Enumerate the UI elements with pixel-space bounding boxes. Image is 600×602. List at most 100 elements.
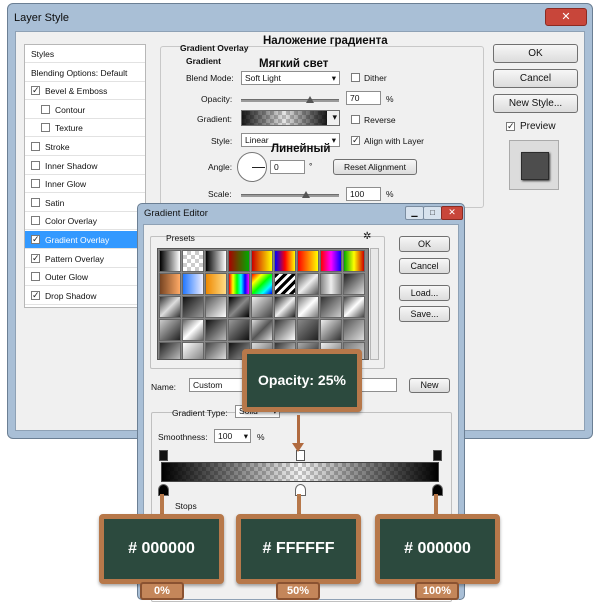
styles-item[interactable]: Satin — [25, 194, 145, 212]
styles-item-checkbox[interactable]: ✓ — [31, 253, 40, 263]
styles-item-checkbox[interactable]: ✓ — [31, 290, 40, 300]
preset-swatch[interactable] — [320, 296, 342, 318]
preset-swatch[interactable] — [228, 319, 250, 341]
preset-swatch[interactable] — [182, 319, 204, 341]
styles-item-checkbox[interactable] — [31, 216, 40, 226]
preset-swatch[interactable] — [297, 273, 319, 295]
preset-swatch[interactable] — [343, 250, 365, 272]
scale-field[interactable]: 100 — [346, 187, 381, 201]
preset-swatch[interactable] — [320, 319, 342, 341]
ge-cancel-button[interactable]: Cancel — [399, 258, 450, 274]
save-button[interactable]: Save... — [399, 306, 450, 322]
gear-icon[interactable]: ✲ — [363, 231, 371, 242]
preset-swatch[interactable] — [228, 296, 250, 318]
preset-swatch[interactable] — [274, 273, 296, 295]
styles-item-checkbox[interactable] — [31, 142, 40, 151]
preset-swatch[interactable] — [182, 296, 204, 318]
new-style-button[interactable]: New Style... — [493, 94, 578, 113]
preset-swatch[interactable] — [205, 273, 227, 295]
preset-swatch[interactable] — [274, 296, 296, 318]
preset-swatch[interactable] — [251, 319, 273, 341]
new-button[interactable]: New — [409, 378, 450, 393]
cancel-button[interactable]: Cancel — [493, 69, 578, 88]
styles-item[interactable]: Inner Shadow — [25, 157, 145, 175]
angle-field[interactable]: 0 — [270, 160, 305, 174]
preset-swatch[interactable] — [297, 296, 319, 318]
gradient-picker[interactable]: ▾ — [241, 110, 340, 126]
blend-mode-select[interactable]: Soft Light ▾ — [241, 71, 340, 85]
preset-swatch[interactable] — [159, 319, 181, 341]
styles-item[interactable]: ✓ Drop Shadow — [25, 287, 145, 305]
preset-swatch[interactable] — [297, 250, 319, 272]
presets-scrollbar[interactable] — [370, 248, 379, 360]
styles-item-checkbox[interactable] — [31, 160, 40, 170]
preset-swatch[interactable] — [228, 250, 250, 272]
preset-swatch[interactable] — [297, 319, 319, 341]
styles-item[interactable]: Blending Options: Default — [25, 64, 145, 82]
preset-swatch[interactable] — [343, 273, 365, 295]
preset-swatch[interactable] — [159, 273, 181, 295]
minimize-button[interactable]: ▁ — [405, 206, 424, 220]
scale-slider[interactable] — [241, 194, 339, 197]
preset-swatch[interactable] — [182, 250, 204, 272]
preset-swatch[interactable] — [251, 296, 273, 318]
preset-swatch[interactable] — [182, 342, 204, 359]
load-button[interactable]: Load... — [399, 285, 450, 301]
styles-item[interactable]: Styles — [25, 45, 145, 63]
styles-item-checkbox[interactable] — [41, 123, 50, 133]
close-button[interactable]: ✕ — [545, 8, 587, 26]
align-checkbox[interactable]: ✓ — [351, 136, 360, 145]
preset-swatch[interactable] — [274, 319, 296, 341]
styles-item-checkbox[interactable] — [31, 179, 40, 189]
preview-checkbox[interactable]: ✓ — [506, 122, 515, 131]
styles-item-checkbox[interactable]: ✓ — [31, 235, 40, 244]
preset-swatch[interactable] — [205, 250, 227, 272]
preset-swatch[interactable] — [320, 250, 342, 272]
preset-swatch[interactable] — [343, 296, 365, 318]
smoothness-field[interactable]: 100 ▾ — [214, 429, 251, 443]
preset-swatch[interactable] — [205, 296, 227, 318]
presets-grid — [157, 248, 369, 360]
styles-item[interactable]: Color Overlay — [25, 212, 145, 231]
preset-swatch[interactable] — [251, 273, 273, 295]
styles-item[interactable]: Contour — [25, 101, 145, 119]
styles-item[interactable]: ✓ Bevel & Emboss — [25, 82, 145, 101]
preset-swatch[interactable] — [182, 273, 204, 295]
preset-swatch[interactable] — [159, 342, 181, 359]
maximize-button[interactable]: □ — [423, 206, 442, 220]
reset-alignment-button[interactable]: Reset Alignment — [333, 159, 417, 175]
opacity-stop-left[interactable] — [159, 450, 168, 461]
opacity-field[interactable]: 70 — [346, 91, 381, 105]
ge-close-button[interactable]: ✕ — [441, 206, 463, 220]
opacity-unit: % — [386, 94, 394, 104]
angle-dial[interactable] — [237, 152, 267, 182]
gradient-bar[interactable] — [161, 462, 439, 482]
styles-item-checkbox[interactable] — [41, 104, 50, 114]
styles-item[interactable]: ✓ Gradient Overlay — [25, 231, 145, 249]
styles-item-checkbox[interactable]: ✓ — [31, 86, 40, 96]
preset-swatch[interactable] — [320, 273, 342, 295]
styles-item-checkbox[interactable] — [31, 272, 40, 282]
preset-swatch[interactable] — [251, 250, 273, 272]
styles-item[interactable]: ✓ Pattern Overlay — [25, 250, 145, 268]
styles-item[interactable]: Stroke — [25, 138, 145, 156]
opacity-slider-thumb[interactable] — [305, 96, 314, 103]
preset-swatch[interactable] — [228, 273, 250, 295]
styles-item[interactable]: Texture — [25, 119, 145, 138]
styles-item[interactable]: Outer Glow — [25, 268, 145, 287]
ge-ok-button[interactable]: OK — [399, 236, 450, 252]
styles-item[interactable]: Inner Glow — [25, 175, 145, 194]
scale-slider-thumb[interactable] — [301, 191, 310, 198]
reverse-checkbox[interactable] — [351, 115, 360, 124]
preset-swatch[interactable] — [343, 319, 365, 341]
preset-swatch[interactable] — [205, 342, 227, 359]
opacity-slider[interactable] — [241, 99, 339, 102]
preset-swatch[interactable] — [159, 296, 181, 318]
dither-checkbox[interactable] — [351, 73, 360, 82]
preset-swatch[interactable] — [205, 319, 227, 341]
opacity-stop-right[interactable] — [433, 450, 442, 461]
ok-button[interactable]: OK — [493, 44, 578, 63]
preset-swatch[interactable] — [274, 250, 296, 272]
preset-swatch[interactable] — [159, 250, 181, 272]
styles-item-checkbox[interactable] — [31, 197, 40, 207]
